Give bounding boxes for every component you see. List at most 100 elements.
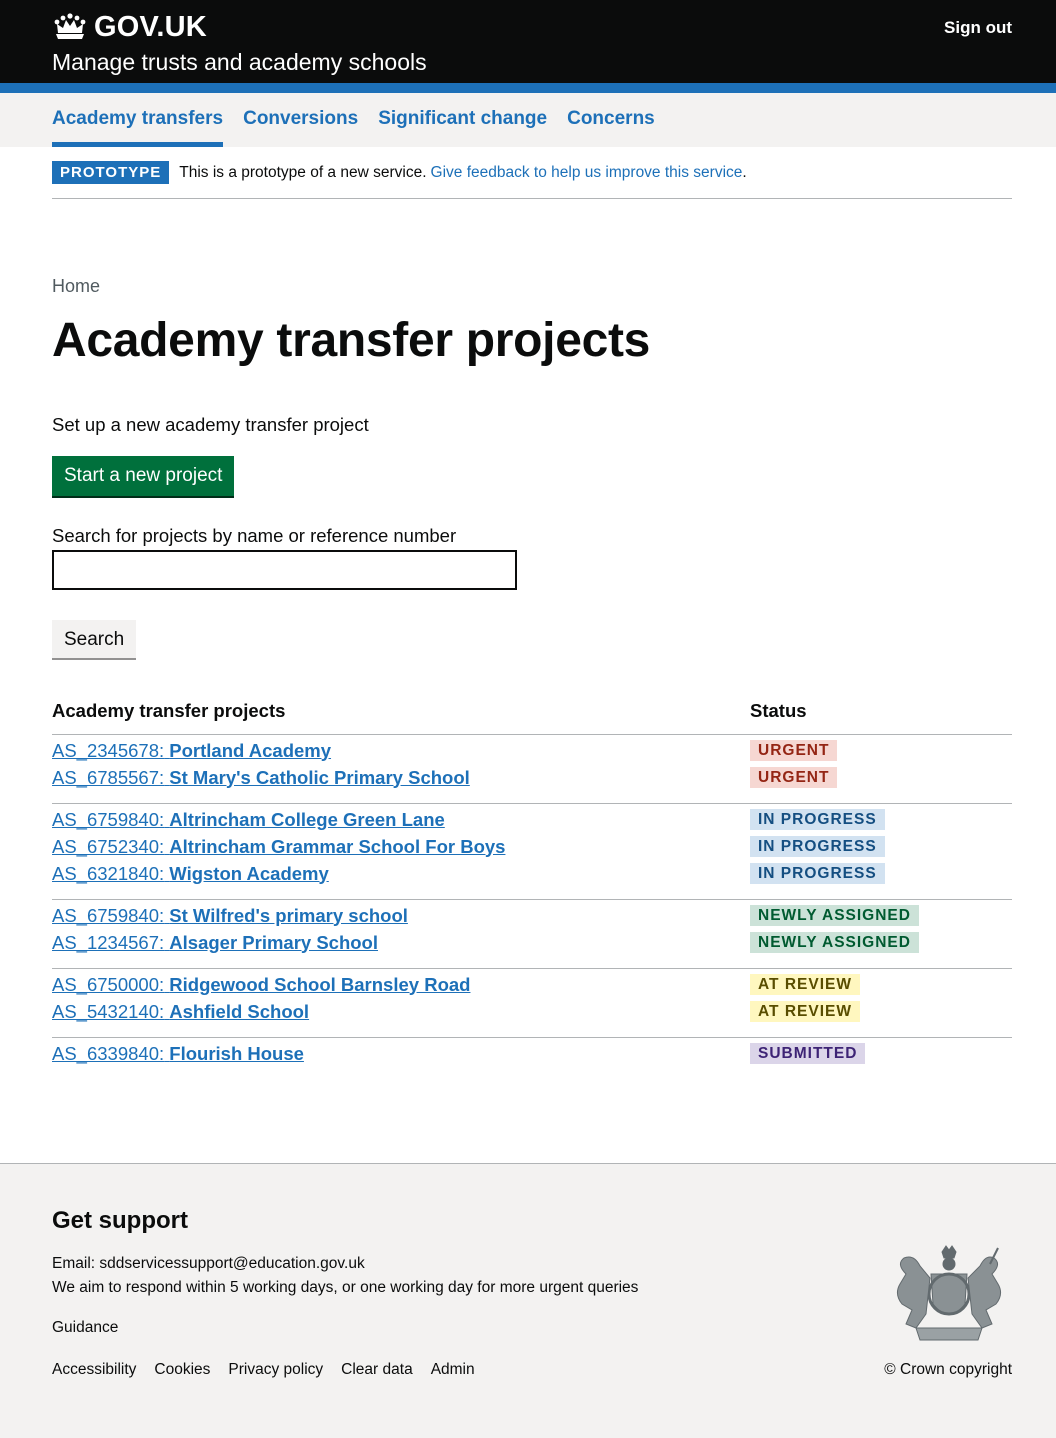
intro-text: Set up a new academy transfer project [52, 414, 369, 435]
nav-significant-change[interactable]: Significant change [378, 93, 547, 147]
search-button[interactable]: Search [52, 620, 137, 658]
table-row: AS_6759840: Altrincham College Green Lan… [52, 806, 1012, 833]
project-link[interactable]: AS_6752340: Altrincham Grammar School Fo… [52, 836, 505, 857]
search-label: Search for projects by name or reference… [52, 525, 457, 546]
project-cell: AS_1234567: Alsager Primary School [52, 932, 750, 954]
feedback-link[interactable]: Give feedback to help us improve this se… [431, 164, 743, 182]
status-badge: AT REVIEW [750, 974, 860, 995]
column-header-projects: Academy transfer projects [52, 700, 286, 721]
project-link[interactable]: AS_6321840: Wigston Academy [52, 863, 329, 884]
project-cell: AS_6759840: St Wilfred's primary school [52, 905, 750, 927]
footer-heading: Get support [52, 1207, 188, 1234]
search-input[interactable] [52, 550, 517, 590]
crown-icon [54, 13, 86, 39]
project-cell: AS_6785567: St Mary's Catholic Primary S… [52, 767, 750, 789]
page-title: Academy transfer projects [52, 314, 651, 367]
status-badge: IN PROGRESS [750, 809, 885, 830]
phase-text: This is a prototype of a new service. [179, 163, 427, 181]
service-name[interactable]: Manage trusts and academy schools [52, 49, 1012, 76]
table-row: AS_6785567: St Mary's Catholic Primary S… [52, 764, 1012, 791]
project-name: Portland Academy [169, 739, 332, 761]
status-badge: SUBMITTED [750, 1043, 866, 1064]
status-cell: SUBMITTED [750, 1043, 1012, 1064]
status-badge: URGENT [750, 740, 838, 761]
footer-note: We aim to respond within 5 working days,… [52, 1279, 639, 1296]
project-link[interactable]: AS_1234567: Alsager Primary School [52, 932, 378, 953]
nav-academy-transfers[interactable]: Academy transfers [52, 93, 224, 147]
breadcrumb-home[interactable]: Home [52, 276, 100, 297]
project-name: Flourish House [169, 1042, 304, 1064]
status-cell: URGENT [750, 767, 1012, 788]
phase-text-end: . [742, 163, 747, 181]
project-link[interactable]: AS_6759840: St Wilfred's primary school [52, 905, 408, 926]
project-name: Ridgewood School Barnsley Road [169, 973, 471, 995]
project-reference: AS_2345678: [52, 739, 165, 761]
status-group: AS_6750000: Ridgewood School Barnsley Ro… [52, 969, 1012, 1038]
project-reference: AS_6785567: [52, 766, 165, 788]
nav-concerns[interactable]: Concerns [567, 93, 655, 147]
sign-out-link[interactable]: Sign out [944, 18, 1012, 38]
site-footer: Get support Email: sddservicessupport@ed… [0, 1163, 1056, 1438]
project-cell: AS_2345678: Portland Academy [52, 740, 750, 762]
project-reference: AS_1234567: [52, 931, 165, 953]
primary-navigation: Academy transfers Conversions Significan… [0, 93, 1056, 147]
footer-link-privacy-policy[interactable]: Privacy policy [228, 1361, 323, 1379]
status-group: AS_6339840: Flourish House SUBMITTED [52, 1038, 1012, 1079]
status-badge: IN PROGRESS [750, 863, 885, 884]
table-header: Academy transfer projects Status [52, 700, 1012, 735]
table-row: AS_6752340: Altrincham Grammar School Fo… [52, 833, 1012, 860]
project-link[interactable]: AS_6750000: Ridgewood School Barnsley Ro… [52, 974, 470, 995]
status-group: AS_2345678: Portland Academy URGENT AS_678… [52, 735, 1012, 804]
project-reference: AS_6759840: [52, 808, 165, 830]
status-group: AS_6759840: St Wilfred's primary school N… [52, 900, 1012, 969]
status-cell: IN PROGRESS [750, 863, 1012, 884]
email-label: Email: [52, 1255, 100, 1272]
project-cell: AS_6759840: Altrincham College Green Lan… [52, 809, 750, 831]
project-reference: AS_6752340: [52, 835, 165, 857]
project-link[interactable]: AS_2345678: Portland Academy [52, 740, 331, 761]
status-cell: IN PROGRESS [750, 836, 1012, 857]
start-new-project-button[interactable]: Start a new project [52, 456, 235, 496]
project-reference: AS_6750000: [52, 973, 165, 995]
project-name: Ashfield School [169, 1000, 310, 1022]
guidance-link[interactable]: Guidance [52, 1319, 118, 1337]
project-name: Altrincham College Green Lane [169, 808, 445, 830]
table-body: AS_2345678: Portland Academy URGENT AS_678… [52, 735, 1012, 1079]
project-name: Alsager Primary School [169, 931, 379, 953]
status-badge: URGENT [750, 767, 838, 788]
footer-email: Email: sddservicessupport@education.gov.… [52, 1255, 1012, 1273]
status-badge: NEWLY ASSIGNED [750, 932, 919, 953]
footer-link-cookies[interactable]: Cookies [154, 1361, 210, 1379]
footer-link-admin[interactable]: Admin [431, 1361, 475, 1379]
status-badge: IN PROGRESS [750, 836, 885, 857]
project-link[interactable]: AS_5432140: Ashfield School [52, 1001, 309, 1022]
phase-tag: PROTOTYPE [52, 161, 170, 184]
status-cell: URGENT [750, 740, 1012, 761]
project-cell: AS_6321840: Wigston Academy [52, 863, 750, 885]
footer-link-accessibility[interactable]: Accessibility [52, 1361, 136, 1379]
support-email-link[interactable]: sddservicessupport@education.gov.uk [99, 1255, 364, 1272]
project-name: Wigston Academy [169, 862, 329, 884]
project-link[interactable]: AS_6785567: St Mary's Catholic Primary S… [52, 767, 470, 788]
project-name: Altrincham Grammar School For Boys [169, 835, 506, 857]
status-cell: AT REVIEW [750, 974, 1012, 995]
project-reference: AS_5432140: [52, 1000, 165, 1022]
table-row: AS_6339840: Flourish House SUBMITTED [52, 1040, 1012, 1067]
logo-text: GOV.UK [94, 10, 207, 43]
projects-table: Academy transfer projects Status AS_2345… [52, 700, 1012, 1079]
govuk-logo-link[interactable]: GOV.UK [52, 10, 1012, 44]
footer-links: Accessibility Cookies Privacy policy Cle… [52, 1361, 493, 1379]
nav-conversions[interactable]: Conversions [243, 93, 358, 147]
status-cell: AT REVIEW [750, 1001, 1012, 1022]
project-reference: AS_6759840: [52, 904, 165, 926]
project-link[interactable]: AS_6759840: Altrincham College Green Lan… [52, 809, 445, 830]
table-row: AS_2345678: Portland Academy URGENT [52, 737, 1012, 764]
footer-link-clear-data[interactable]: Clear data [341, 1361, 413, 1379]
crown-copyright: © Crown copyright [884, 1361, 1012, 1378]
project-link[interactable]: AS_6339840: Flourish House [52, 1043, 304, 1064]
table-row: AS_5432140: Ashfield School AT REVIEW [52, 998, 1012, 1025]
royal-coat-of-arms-icon [896, 1245, 1002, 1341]
status-badge: NEWLY ASSIGNED [750, 905, 919, 926]
column-header-status: Status [750, 700, 807, 721]
project-cell: AS_6752340: Altrincham Grammar School Fo… [52, 836, 750, 858]
